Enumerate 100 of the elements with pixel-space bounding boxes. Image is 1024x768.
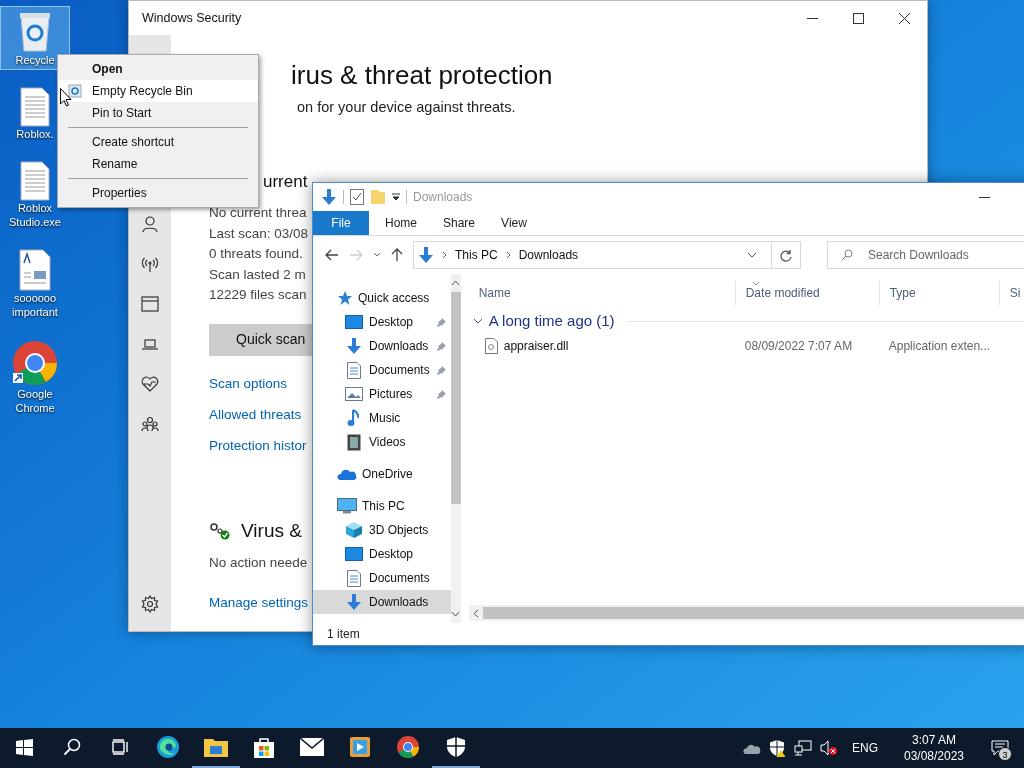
family-icon[interactable] bbox=[141, 415, 159, 433]
scan-status-text: 0 threats found. bbox=[209, 245, 303, 263]
nav-item[interactable]: Videos bbox=[313, 430, 451, 454]
chevron-down-icon[interactable] bbox=[373, 252, 381, 258]
window-title: Windows Security bbox=[142, 9, 243, 27]
cloud-icon[interactable] bbox=[743, 742, 761, 754]
pictures-icon bbox=[345, 387, 363, 401]
antenna-icon[interactable] bbox=[141, 255, 159, 273]
column-header[interactable]: Name bbox=[468, 281, 735, 305]
scroll-down-icon[interactable] bbox=[451, 611, 461, 617]
link[interactable]: Protection histor bbox=[209, 435, 307, 455]
browser-window-icon[interactable] bbox=[141, 295, 159, 313]
search-field[interactable]: Search Downloads bbox=[827, 241, 1024, 269]
column-header[interactable]: Si bbox=[998, 281, 1024, 305]
nav-item[interactable]: Desktop bbox=[313, 542, 451, 566]
scan-status-text: No current threa bbox=[209, 204, 307, 222]
chevron-down-icon[interactable] bbox=[472, 317, 483, 325]
search-icon bbox=[63, 738, 81, 756]
desktop-icon-label: Roblox. bbox=[16, 127, 54, 141]
windows-logo-icon bbox=[15, 738, 33, 756]
clock[interactable]: 3:07 AM 03/08/2023 bbox=[896, 732, 972, 764]
file-icon bbox=[20, 161, 50, 201]
film-icon bbox=[347, 433, 361, 451]
column-header[interactable]: Date modified bbox=[734, 281, 879, 305]
nav-item[interactable]: 3D Objects bbox=[313, 518, 451, 542]
settings-icon[interactable] bbox=[141, 595, 159, 613]
link[interactable]: Allowed threats bbox=[209, 404, 302, 424]
ribbon-tab[interactable]: Share bbox=[427, 211, 485, 235]
scrollbar[interactable] bbox=[450, 274, 461, 623]
column-header[interactable]: Type bbox=[878, 281, 999, 305]
gears-check-icon bbox=[209, 521, 231, 540]
folder-icon bbox=[204, 737, 228, 757]
search-icon bbox=[841, 249, 853, 261]
properties-icon[interactable] bbox=[350, 189, 364, 205]
download-icon bbox=[418, 246, 434, 264]
desktop-icon bbox=[345, 547, 363, 561]
nav-item[interactable]: Downloads bbox=[313, 590, 451, 614]
nav-item[interactable]: Desktop bbox=[313, 310, 451, 334]
music-note-icon bbox=[347, 409, 361, 427]
chevron-right-icon bbox=[505, 251, 511, 259]
download-icon bbox=[346, 593, 362, 611]
desktop-icon[interactable]: Recycle bbox=[0, 6, 70, 70]
refresh-icon[interactable] bbox=[780, 248, 792, 262]
volume-muted-icon[interactable] bbox=[820, 740, 838, 756]
desktop-icon-label: Roblox Studio.exe bbox=[8, 201, 62, 229]
minimize-icon bbox=[806, 17, 818, 19]
ribbon-tab[interactable]: Home bbox=[369, 211, 427, 235]
breadcrumb-item[interactable]: Downloads bbox=[518, 246, 579, 264]
menu-item[interactable]: Empty Recycle Bin bbox=[58, 80, 258, 102]
maximize-icon bbox=[852, 12, 864, 24]
dropdown-icon[interactable] bbox=[392, 193, 400, 201]
desktop-icon[interactable]: Google Chrome bbox=[0, 336, 70, 418]
heart-icon[interactable] bbox=[141, 375, 159, 393]
desktop-icon[interactable]: soooooo important bbox=[0, 246, 70, 322]
person-icon[interactable] bbox=[141, 215, 159, 233]
up-arrow-icon[interactable] bbox=[391, 248, 403, 262]
link[interactable]: Scan options bbox=[209, 373, 288, 393]
section-heading: urrent bbox=[263, 171, 308, 193]
notification-button[interactable]: 3 bbox=[980, 728, 1020, 768]
scan-status-text: 12229 files scan bbox=[209, 286, 307, 304]
section-heading: Virus & bbox=[241, 518, 302, 543]
recycle-bin-icon bbox=[68, 84, 82, 98]
nav-item[interactable]: Pictures bbox=[313, 382, 451, 406]
close-icon bbox=[898, 12, 910, 24]
address-bar[interactable]: This PC Downloads bbox=[413, 241, 801, 269]
breadcrumb-item[interactable]: This PC bbox=[455, 246, 498, 264]
nav-item[interactable]: Documents bbox=[313, 566, 451, 590]
minimize-icon bbox=[978, 196, 990, 198]
monitor-icon bbox=[337, 498, 357, 514]
ribbon-tab[interactable]: File bbox=[313, 211, 369, 235]
nav-item[interactable]: OneDrive bbox=[313, 462, 451, 486]
network-icon[interactable] bbox=[794, 740, 812, 756]
notification-badge: 3 bbox=[998, 747, 1012, 761]
document-icon bbox=[19, 249, 51, 291]
quick-scan-button[interactable]: Quick scan bbox=[209, 323, 313, 356]
language-indicator[interactable]: ENG bbox=[852, 739, 878, 757]
document-icon bbox=[347, 361, 361, 379]
ribbon-tab[interactable]: View bbox=[485, 211, 543, 235]
back-arrow-icon[interactable] bbox=[325, 249, 339, 261]
clock-time: 3:07 AM bbox=[912, 732, 956, 748]
group-header[interactable]: A long time ago (1) bbox=[488, 309, 615, 333]
cloud-icon bbox=[337, 468, 357, 480]
file-icon bbox=[20, 87, 50, 127]
nav-item[interactable]: Documents bbox=[313, 358, 451, 382]
nav-item[interactable]: This PC bbox=[313, 494, 451, 518]
scroll-left-icon[interactable] bbox=[472, 608, 479, 618]
chevron-right-icon bbox=[442, 251, 447, 259]
download-icon bbox=[346, 337, 362, 355]
manage-settings-link[interactable]: Manage settings bbox=[209, 593, 309, 614]
scroll-up-icon[interactable] bbox=[451, 280, 461, 286]
file-name: appraiser.dll bbox=[503, 338, 569, 355]
nav-item[interactable]: Music bbox=[313, 406, 451, 430]
nav-item[interactable]: Quick access bbox=[313, 286, 451, 310]
file-date: 08/09/2022 7:07 AM bbox=[743, 338, 854, 355]
nav-item[interactable]: Downloads bbox=[313, 334, 451, 358]
scan-status-text: Last scan: 03/08 bbox=[209, 224, 309, 243]
chevron-down-icon[interactable] bbox=[747, 252, 757, 258]
horizontal-scrollbar[interactable] bbox=[468, 605, 1024, 621]
shield-warning-icon[interactable] bbox=[769, 739, 786, 757]
file-row[interactable]: appraiser.dll 08/09/2022 7:07 AM Application exten... bbox=[468, 334, 1024, 358]
